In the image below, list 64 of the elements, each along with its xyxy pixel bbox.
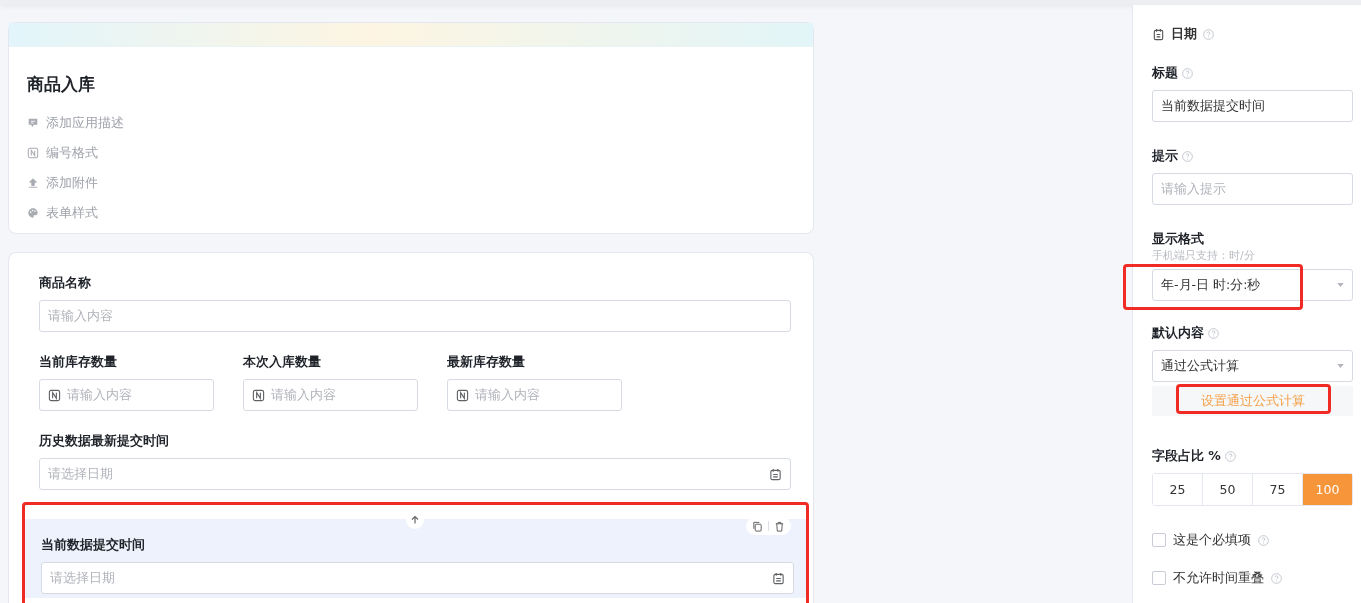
text-input-field[interactable]: 请输入内容: [39, 300, 791, 332]
trash-icon[interactable]: [774, 520, 785, 532]
date-picker-field[interactable]: 请选择日期: [39, 458, 791, 490]
app-action-link[interactable]: 表单样式: [27, 198, 795, 228]
checkbox[interactable]: [1152, 533, 1166, 547]
number-input-field[interactable]: 请输入内容: [447, 379, 622, 411]
calendar-icon: [772, 571, 785, 585]
width-option[interactable]: 25: [1153, 474, 1203, 505]
format-note: 手机端只支持：时/分: [1152, 248, 1256, 263]
app-title: 商品入库: [27, 73, 96, 96]
property-label: 默认内容: [1152, 325, 1204, 342]
field-row[interactable]: 当前库存数量 请输入内容 本次入库数量 请输入内容 最新库存数量 请输入内容: [9, 354, 813, 411]
property-label: 提示: [1152, 148, 1178, 165]
palette-icon: [27, 207, 39, 219]
property-label: 标题: [1152, 65, 1178, 82]
placeholder-text: 请输入内容: [271, 386, 336, 404]
copy-icon[interactable]: [752, 520, 763, 532]
field-label: 历史数据最新提交时间: [39, 433, 170, 450]
date-picker-field[interactable]: 请选择日期: [41, 562, 794, 594]
number-input-field[interactable]: 请输入内容: [39, 379, 214, 411]
placeholder-text: 请选择日期: [48, 465, 113, 483]
checkbox-label: 这是个必填项: [1173, 531, 1251, 549]
help-icon: [1258, 534, 1269, 546]
number-icon: [48, 388, 61, 402]
help-icon: [1271, 572, 1282, 584]
app-action-link[interactable]: 添加附件: [27, 168, 795, 198]
checkbox[interactable]: [1152, 571, 1166, 585]
comment-icon: [27, 117, 39, 129]
field-label: 当前数据提交时间: [41, 537, 146, 554]
field-label: 商品名称: [39, 275, 92, 292]
panel-title: 日期: [1171, 25, 1197, 43]
upload-icon: [27, 177, 39, 189]
width-option[interactable]: 100: [1303, 474, 1352, 505]
app-action-link[interactable]: 编号格式: [27, 138, 795, 168]
number-icon: [27, 147, 39, 159]
default-content-dropdown[interactable]: 通过公式计算: [1152, 350, 1353, 382]
help-icon: [1208, 328, 1219, 339]
caret-icon: [1337, 283, 1344, 287]
field-label: 最新库存数量: [447, 354, 526, 371]
format-dropdown[interactable]: 年-月-日 时:分:秒: [1152, 269, 1353, 301]
caret-icon: [1337, 364, 1344, 368]
help-icon: [1224, 451, 1236, 462]
hint-input-field[interactable]: 请输入提示: [1152, 173, 1353, 205]
calendar-icon: [1152, 27, 1165, 41]
property-label: 显示格式: [1152, 231, 1204, 248]
number-icon: [252, 388, 265, 402]
title-input-field[interactable]: 当前数据提交时间: [1152, 90, 1353, 122]
app-action-link[interactable]: 添加应用描述: [27, 108, 795, 138]
field-label: 当前库存数量: [39, 354, 118, 371]
checkbox-label: 不允许时间重叠: [1173, 569, 1264, 587]
arrow-up-icon: [410, 515, 420, 525]
field-row[interactable]: 商品名称 请输入内容: [9, 275, 813, 332]
number-input-field[interactable]: 请输入内容: [243, 379, 418, 411]
placeholder-text: 请选择日期: [50, 569, 115, 587]
help-icon: [1203, 28, 1214, 40]
field-row[interactable]: 历史数据最新提交时间 请选择日期: [9, 433, 813, 490]
placeholder-text: 请输入内容: [67, 386, 132, 404]
help-icon: [1182, 151, 1193, 162]
property-label: 字段占比 %: [1152, 448, 1221, 465]
number-icon: [456, 388, 469, 402]
calendar-icon: [769, 467, 782, 481]
placeholder-text: 请输入内容: [475, 386, 540, 404]
help-icon: [1182, 68, 1193, 79]
field-label: 本次入库数量: [243, 354, 322, 371]
